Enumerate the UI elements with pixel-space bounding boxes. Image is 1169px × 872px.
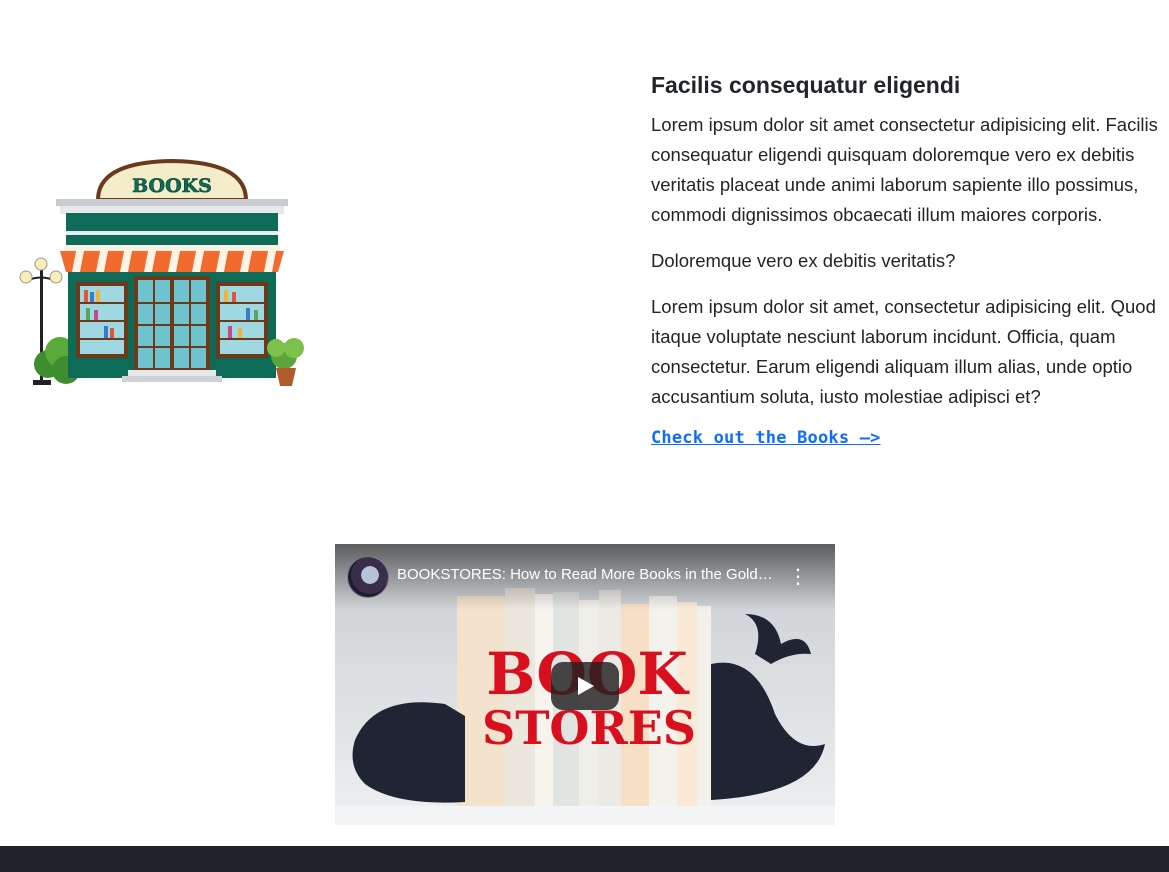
shop-sign-text: BOOKS	[132, 175, 212, 197]
shop-window-left	[76, 282, 128, 358]
potted-plant	[267, 338, 304, 386]
check-out-books-link[interactable]: Check out the Books —>	[651, 428, 881, 448]
shop-sign: BOOKS	[95, 158, 249, 202]
shop-door	[134, 276, 210, 370]
play-button[interactable]	[551, 662, 619, 710]
play-icon	[578, 677, 594, 695]
article-section: Facilis consequatur eligendi Lorem ipsum…	[651, 68, 1163, 448]
bookstore-illustration: BOOKS	[19, 158, 304, 386]
footer-bar	[0, 846, 1169, 872]
article-paragraph-2: Lorem ipsum dolor sit amet, consectetur …	[651, 296, 1156, 407]
video-embed[interactable]: BOOK STORES BOOKSTORES: How to Read More…	[335, 544, 835, 825]
awning	[60, 245, 284, 272]
channel-avatar[interactable]	[347, 556, 389, 598]
more-vert-icon[interactable]: ⋮	[787, 564, 809, 590]
article-paragraph-1: Lorem ipsum dolor sit amet consectetur a…	[651, 114, 1158, 225]
article-heading: Facilis consequatur eligendi	[651, 72, 961, 98]
video-title[interactable]: BOOKSTORES: How to Read More Books in th…	[397, 566, 777, 583]
article-question: Doloremque vero ex debitis veritatis?	[651, 250, 956, 271]
page: BOOKS Facilis consequatur eligendi Lorem…	[0, 0, 1169, 872]
shop-window-right	[216, 282, 268, 358]
